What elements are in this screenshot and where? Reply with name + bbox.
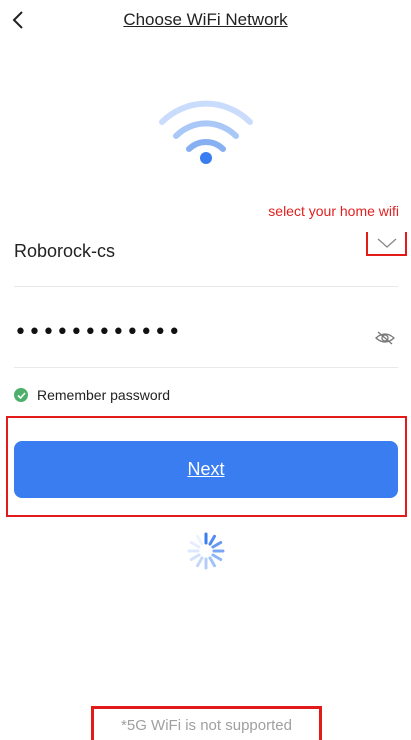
checkmark-icon <box>14 388 28 402</box>
5g-not-supported-note: *5G WiFi is not supported <box>121 717 292 734</box>
select-wifi-annotation: select your home wifi <box>268 203 399 219</box>
loading-spinner-icon <box>187 532 225 570</box>
ssid-field[interactable]: Roborock-cs <box>14 241 115 262</box>
divider <box>14 367 398 368</box>
divider <box>14 286 398 287</box>
remember-password-checkbox[interactable]: Remember password <box>14 387 170 403</box>
remember-password-label: Remember password <box>37 387 171 403</box>
password-field[interactable]: •••••••••••• <box>14 320 182 345</box>
next-button[interactable]: Next <box>14 441 398 498</box>
wifi-icon <box>159 100 253 164</box>
chevron-down-icon <box>377 238 397 248</box>
network-dropdown-button[interactable] <box>366 232 407 256</box>
eye-off-icon[interactable] <box>374 330 396 346</box>
page-title: Choose WiFi Network <box>123 10 288 29</box>
